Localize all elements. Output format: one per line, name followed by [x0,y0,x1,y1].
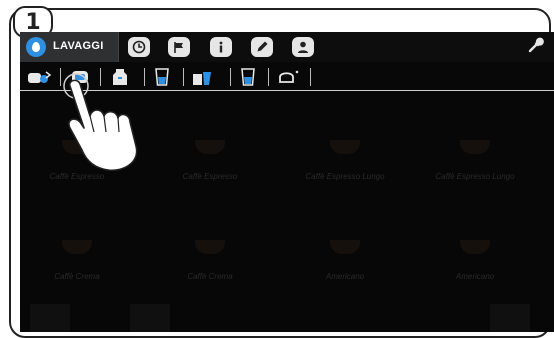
tab-lavaggi[interactable]: LAVAGGI [20,32,119,62]
product-name: Caffè Crema [54,272,100,281]
coffee-cup-image [460,140,490,154]
user-icon[interactable] [292,37,314,57]
top-navigation-bar: LAVAGGI [20,32,554,62]
coffee-cup-image [460,240,490,254]
product-tile[interactable]: Caffè Crema [22,228,132,308]
pointing-hand-icon [63,73,138,171]
product-name: Caffè Espresso [49,172,105,181]
product-name: Caffè Crema [187,272,233,281]
pencil-icon[interactable] [251,37,273,57]
clock-icon[interactable] [128,37,150,57]
product-tile[interactable]: Caffè Espresso [155,128,265,208]
cup-rinse-icon[interactable] [25,68,53,86]
water-glass-icon[interactable] [151,68,173,86]
dimmed-product-partial [490,304,530,332]
coffee-cup-image [330,240,360,254]
product-name: Americano [455,272,495,281]
product-tile[interactable]: Caffè Espresso Lungo [420,128,530,208]
product-tile[interactable]: Americano [290,228,400,308]
product-tile[interactable]: Caffè Espresso Lungo [290,128,400,208]
separator [310,68,311,86]
info-icon[interactable] [210,37,232,57]
product-name: Caffè Espresso [182,172,238,181]
water-drop-icon [26,37,46,57]
coffee-cup-image [195,140,225,154]
product-tile[interactable]: Caffè Crema [155,228,265,308]
separator [183,68,184,86]
separator [230,68,231,86]
tab-lavaggi-label: LAVAGGI [53,40,104,52]
separator [268,68,269,86]
coffee-cup-image [330,140,360,154]
milk-pitcher-icon[interactable] [190,68,216,86]
water-glass-2-icon[interactable] [237,68,259,86]
product-name: Caffè Espresso Lungo [305,172,385,181]
product-tile[interactable]: Americano [420,228,530,308]
cleaning-icon[interactable] [276,68,302,86]
dimmed-product-partial [130,304,170,332]
product-name: Americano [325,272,365,281]
product-name: Caffè Espresso Lungo [435,172,515,181]
coffee-cup-image [195,240,225,254]
flag-icon[interactable] [168,37,190,57]
coffee-cup-image [62,240,92,254]
wrench-icon[interactable] [527,36,545,58]
dimmed-product-partial [30,304,70,332]
